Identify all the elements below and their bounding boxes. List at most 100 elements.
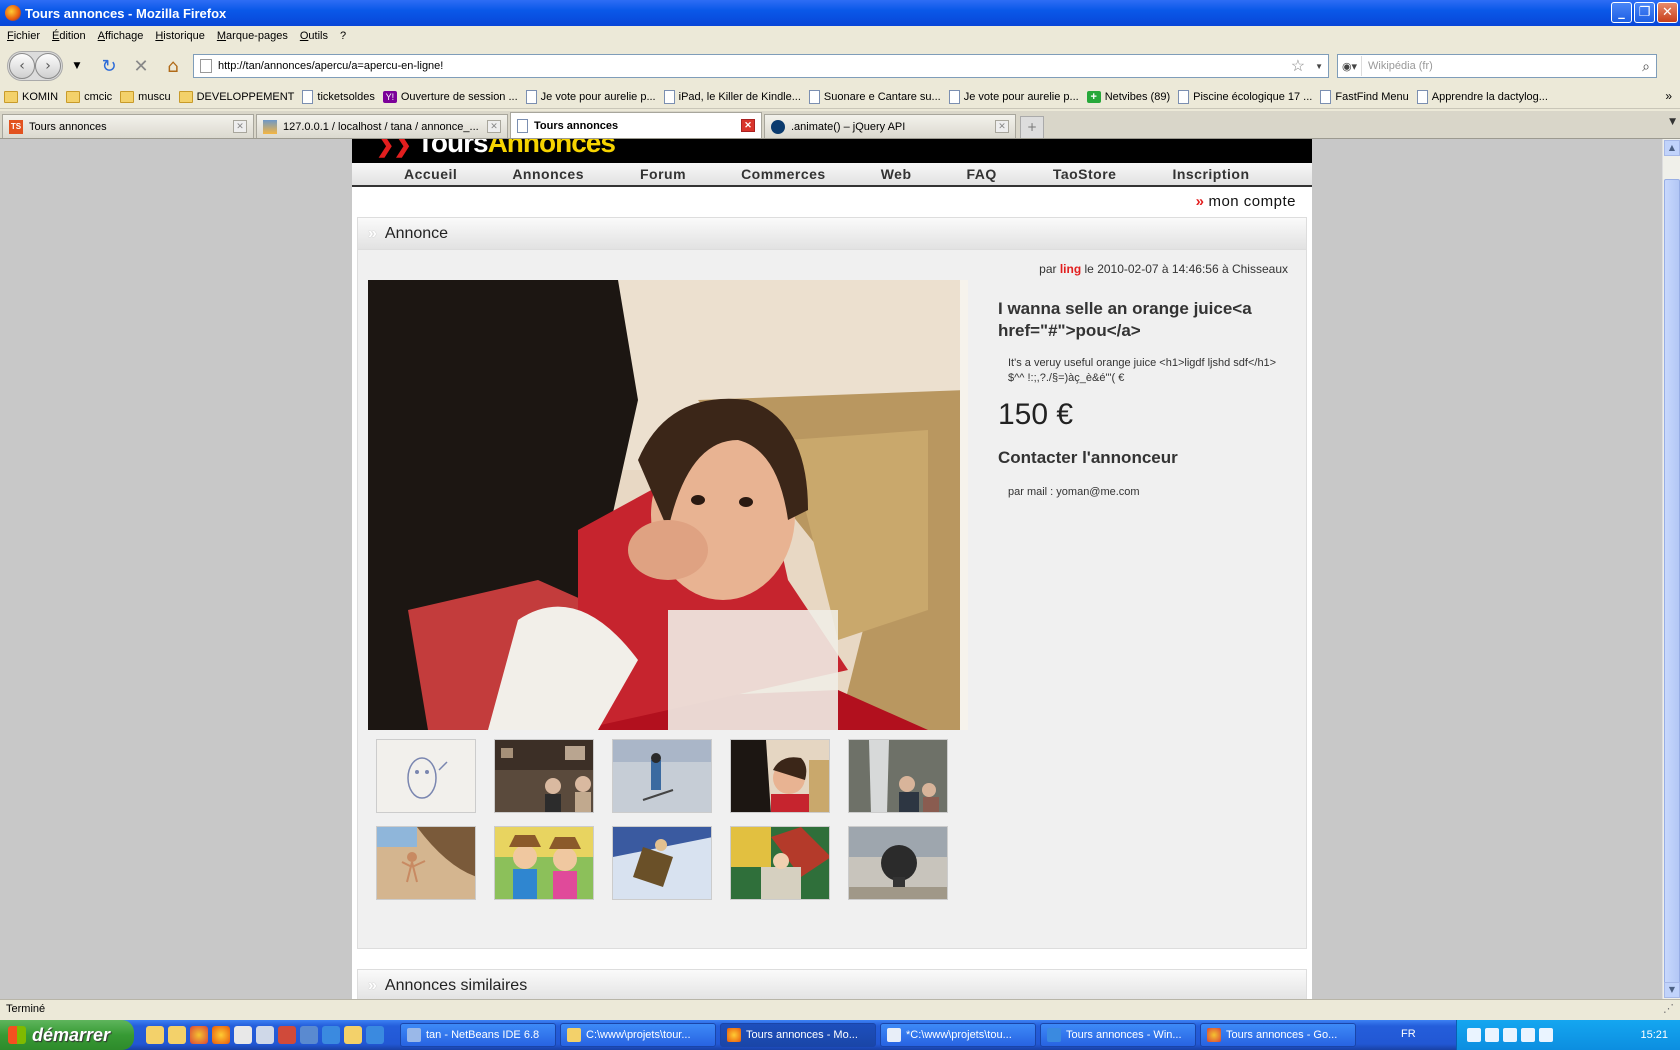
new-tab-button[interactable]: + — [1020, 116, 1044, 138]
nav-commerces[interactable]: Commerces — [741, 166, 826, 182]
tray-arrow-icon[interactable] — [1467, 1028, 1481, 1042]
tab-phpmyadmin[interactable]: 127.0.0.1 / localhost / tana / annonce_.… — [256, 114, 508, 138]
app-icon[interactable] — [278, 1026, 296, 1044]
media-icon[interactable] — [300, 1026, 318, 1044]
menu-fichier[interactable]: Fichier — [7, 30, 40, 42]
thumbnail-7[interactable] — [494, 826, 594, 900]
back-button[interactable]: ‹ — [9, 53, 35, 79]
reload-icon[interactable]: ↻ — [97, 54, 121, 78]
thumbnail-1[interactable] — [376, 739, 476, 813]
folder-icon[interactable] — [168, 1026, 186, 1044]
bookmark-item[interactable]: ticketsoldes — [302, 89, 375, 104]
user-icon[interactable] — [234, 1026, 252, 1044]
start-button[interactable]: démarrer — [0, 1020, 134, 1050]
menu-marque-pages[interactable]: Marque-pages — [217, 30, 288, 42]
thumbnail-10[interactable] — [848, 826, 948, 900]
tab-list-icon[interactable]: ▼ — [1669, 117, 1676, 127]
thumbnail-5[interactable] — [848, 739, 948, 813]
tab-tours-annonces-active[interactable]: Tours annonces ✕ — [510, 112, 762, 138]
search-engine-icon[interactable]: ◉▾ — [1338, 56, 1362, 76]
thumbnail-6[interactable] — [376, 826, 476, 900]
ie-icon[interactable] — [322, 1026, 340, 1044]
url-text[interactable]: http://tan/annonces/apercu/a=apercu-en-l… — [218, 60, 1291, 72]
volume-icon[interactable] — [1539, 1028, 1553, 1042]
menu-edition[interactable]: Édition — [52, 30, 86, 42]
menu-historique[interactable]: Historique — [155, 30, 205, 42]
folder-icon[interactable] — [344, 1026, 362, 1044]
bookmark-item[interactable]: muscu — [120, 90, 171, 103]
task-notepad[interactable]: *C:\www\projets\tou... — [880, 1023, 1036, 1047]
thumbnail-2[interactable] — [494, 739, 594, 813]
bookmark-item[interactable]: Suonare e Cantare su... — [808, 89, 941, 104]
history-dropdown-icon[interactable]: ▼ — [65, 54, 89, 78]
thumbnail-8[interactable] — [612, 826, 712, 900]
scroll-up-arrow-icon[interactable]: ▲ — [1664, 140, 1680, 156]
bookmark-item[interactable]: Je vote pour aurelie p... — [948, 89, 1079, 104]
task-chrome[interactable]: Tours annonces - Go... — [1200, 1023, 1356, 1047]
bookmark-star-icon[interactable]: ☆ — [1291, 56, 1305, 76]
network-icon[interactable] — [1485, 1028, 1499, 1042]
vertical-scrollbar[interactable]: ▲ ▼ — [1662, 139, 1680, 999]
bookmark-item[interactable]: FastFind Menu — [1320, 89, 1409, 104]
nav-accueil[interactable]: Accueil — [404, 166, 457, 182]
resize-grip-icon[interactable]: ⋰ — [1663, 1002, 1674, 1015]
bookmark-item[interactable]: + Netvibes (89) — [1086, 90, 1170, 103]
nav-taostore[interactable]: TaoStore — [1053, 166, 1117, 182]
search-icon[interactable]: ⌕ — [1642, 58, 1650, 75]
menu-affichage[interactable]: Affichage — [98, 30, 144, 42]
nav-faq[interactable]: FAQ — [967, 166, 997, 182]
search-bar[interactable]: ◉▾ Wikipédia (fr) ⌕ — [1337, 54, 1657, 78]
bookmark-item[interactable]: Je vote pour aurelie p... — [525, 89, 656, 104]
bluetooth-icon[interactable] — [1503, 1028, 1517, 1042]
tab-close-icon[interactable]: ✕ — [741, 119, 755, 132]
scrollbar-thumb[interactable] — [1664, 179, 1680, 989]
bookmark-item[interactable]: Y! Ouverture de session ... — [382, 90, 518, 103]
menu-outils[interactable]: Outils — [300, 30, 328, 42]
thumbnail-3[interactable] — [612, 739, 712, 813]
site-logo[interactable]: ❯❯ ToursAnnonces — [376, 139, 616, 159]
minimize-button[interactable]: _ — [1611, 2, 1632, 23]
search-input[interactable]: Wikipédia (fr) — [1368, 60, 1642, 72]
url-dropdown-icon[interactable]: ▼ — [1315, 62, 1323, 71]
bookmarks-overflow-icon[interactable]: » — [1665, 89, 1672, 103]
bookmark-item[interactable]: Piscine écologique 17 ... — [1178, 89, 1312, 104]
firefox-icon[interactable] — [212, 1026, 230, 1044]
chrome-icon[interactable] — [190, 1026, 208, 1044]
ie-icon[interactable] — [366, 1026, 384, 1044]
tab-jquery-animate[interactable]: .animate() – jQuery API ✕ — [764, 114, 1016, 138]
task-ie[interactable]: Tours annonces - Win... — [1040, 1023, 1196, 1047]
folder-icon[interactable] — [146, 1026, 164, 1044]
tab-close-icon[interactable]: ✕ — [487, 120, 501, 133]
bookmark-item[interactable]: cmcic — [66, 90, 112, 103]
stop-icon[interactable]: ✕ — [129, 54, 153, 78]
security-icon[interactable] — [1521, 1028, 1535, 1042]
bookmark-item[interactable]: KOMIN — [4, 90, 58, 103]
tab-close-icon[interactable]: ✕ — [233, 120, 247, 133]
thumbnail-4[interactable] — [730, 739, 830, 813]
close-window-button[interactable]: ✕ — [1657, 2, 1678, 23]
bookmark-item[interactable]: Apprendre la dactylog... — [1416, 89, 1548, 104]
task-explorer[interactable]: C:\www\projets\tour... — [560, 1023, 716, 1047]
bookmark-item[interactable]: DEVELOPPEMENT — [178, 90, 294, 103]
task-netbeans[interactable]: tan - NetBeans IDE 6.8 — [400, 1023, 556, 1047]
tab-tours-annonces-1[interactable]: TS Tours annonces ✕ — [2, 114, 254, 138]
main-photo[interactable] — [368, 280, 968, 730]
account-link[interactable]: » mon compte — [352, 187, 1312, 217]
home-icon[interactable]: ⌂ — [161, 54, 185, 78]
forward-button[interactable]: › — [35, 53, 61, 79]
nav-forum[interactable]: Forum — [640, 166, 686, 182]
bookmark-item[interactable]: iPad, le Killer de Kindle... — [663, 89, 801, 104]
tab-close-icon[interactable]: ✕ — [995, 120, 1009, 133]
scroll-down-arrow-icon[interactable]: ▼ — [1664, 982, 1680, 998]
author-link[interactable]: ling — [1060, 262, 1081, 276]
address-bar[interactable]: http://tan/annonces/apercu/a=apercu-en-l… — [193, 54, 1329, 78]
task-firefox[interactable]: Tours annonces - Mo... — [720, 1023, 876, 1047]
thumbnail-9[interactable] — [730, 826, 830, 900]
language-indicator[interactable]: FR — [1401, 1028, 1416, 1040]
menu-aide[interactable]: ? — [340, 30, 346, 42]
tool-icon[interactable] — [256, 1026, 274, 1044]
maximize-button[interactable]: ❐ — [1634, 2, 1655, 23]
nav-inscription[interactable]: Inscription — [1172, 166, 1249, 182]
nav-annonces[interactable]: Annonces — [512, 166, 584, 182]
nav-web[interactable]: Web — [881, 166, 912, 182]
